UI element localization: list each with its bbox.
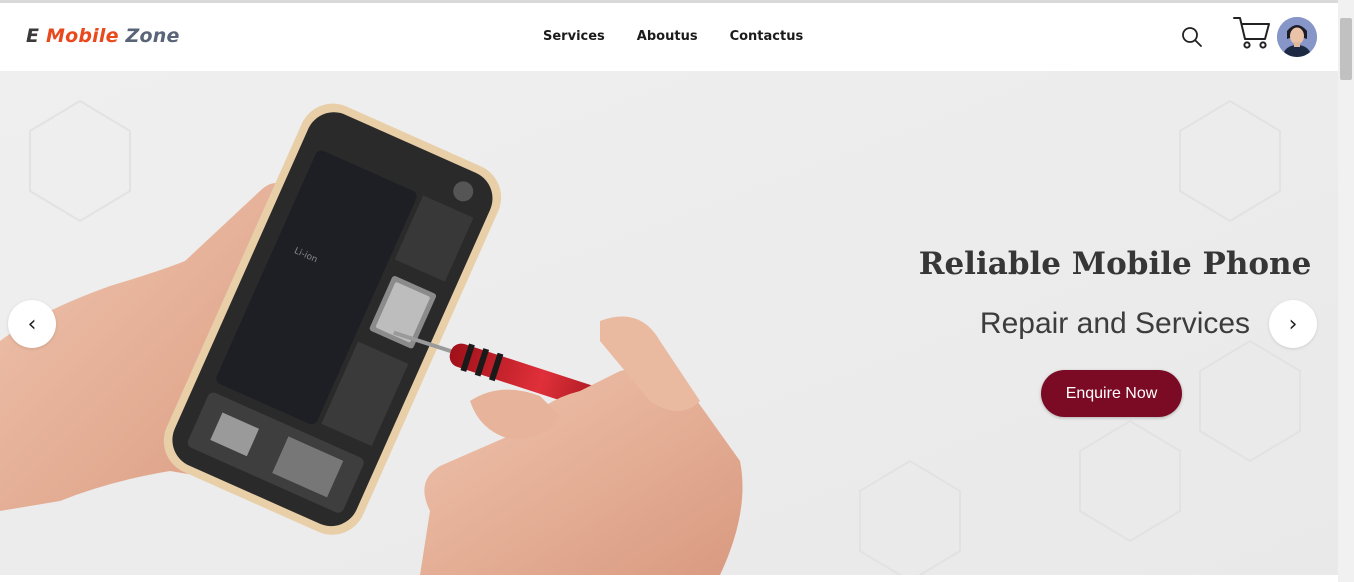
chevron-right-icon: › <box>1288 311 1298 337</box>
cart-icon[interactable] <box>1232 14 1272 52</box>
nav-aboutus[interactable]: Aboutus <box>637 29 698 44</box>
scrollbar-thumb[interactable] <box>1340 18 1352 80</box>
brand-logo[interactable]: E Mobile Zone <box>26 25 180 47</box>
brand-part-zone: Zone <box>125 25 180 47</box>
vertical-scrollbar[interactable] <box>1338 0 1354 582</box>
nav-services[interactable]: Services <box>543 29 605 44</box>
enquire-now-button[interactable]: Enquire Now <box>1041 370 1182 417</box>
user-avatar[interactable] <box>1277 17 1317 57</box>
hero-carousel: Li-ion Reliable Mobile Phone Repair and … <box>0 71 1338 575</box>
nav-contactus[interactable]: Contactus <box>730 29 804 44</box>
brand-part-e: E <box>26 25 40 47</box>
search-icon[interactable] <box>1180 25 1204 49</box>
page-below-hero <box>0 575 1338 582</box>
carousel-prev-button[interactable]: ‹ <box>8 300 56 348</box>
chevron-left-icon: ‹ <box>27 311 37 337</box>
hero-title: Reliable Mobile Phone <box>918 246 1312 282</box>
brand-part-mobile: Mobile <box>46 25 119 47</box>
navbar: E Mobile Zone Services Aboutus Contactus <box>0 3 1338 71</box>
main-nav: Services Aboutus Contactus <box>543 29 835 44</box>
hero-subtitle: Repair and Services <box>979 307 1251 340</box>
carousel-next-button[interactable]: › <box>1269 300 1317 348</box>
page: E Mobile Zone Services Aboutus Contactus <box>0 0 1354 582</box>
